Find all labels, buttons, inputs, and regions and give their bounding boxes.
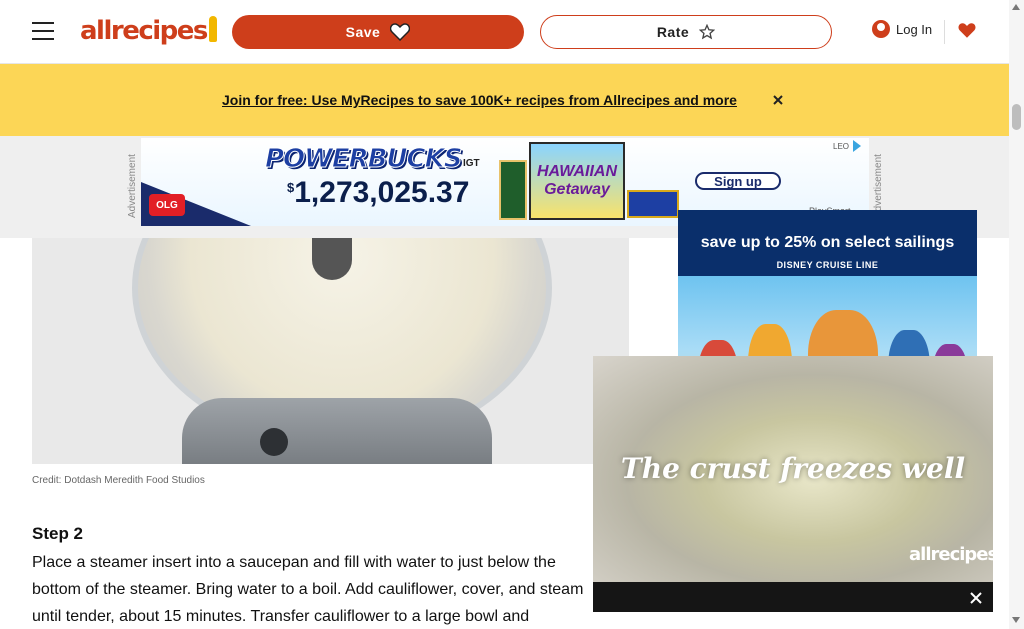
save-button-label: Save [345, 24, 381, 40]
mini-ticket [627, 190, 679, 218]
step-text: Place a steamer insert into a saucepan a… [32, 554, 584, 625]
processor-dial [260, 428, 288, 456]
video-caption: The crust freezes well [620, 452, 966, 485]
allrecipes-logo[interactable]: allrecipes [80, 13, 217, 49]
site-header: allrecipes Save Rate Log In [0, 0, 1009, 64]
scroll-down-icon[interactable] [1012, 617, 1020, 623]
logo-text: allrecipes [80, 16, 208, 46]
logo-mark-icon [208, 16, 217, 42]
ad-label-left: Advertisement [127, 154, 138, 218]
close-icon[interactable] [772, 92, 784, 108]
ad-label-right: Advertisement [873, 154, 884, 218]
step-title: Step 2 [32, 524, 84, 543]
jackpot-amount: $1,273,025.37 [287, 176, 469, 210]
jackpot-value: 1,273,025.37 [294, 176, 470, 209]
igt-logo: IGT [463, 158, 480, 169]
video-player[interactable]: The crust freezes well allrecipes [593, 356, 993, 612]
rate-button[interactable]: Rate [540, 15, 832, 49]
recipe-step-image [32, 238, 629, 464]
save-button[interactable]: Save [232, 15, 524, 49]
currency-symbol: $ [287, 180, 295, 195]
adchoices-icon[interactable] [853, 140, 865, 152]
star-icon [699, 24, 716, 40]
rate-button-label: Rate [656, 24, 690, 40]
scrollbar[interactable] [1009, 0, 1024, 629]
powerbucks-title: POWERBUCKS [265, 144, 464, 175]
menu-icon[interactable] [32, 22, 54, 40]
join-banner-link[interactable]: Join for free: Use MyRecipes to save 100… [222, 92, 737, 108]
login-label: Log In [896, 21, 933, 37]
olg-logo: OLG [149, 194, 185, 216]
signup-button[interactable]: Sign up [695, 172, 781, 190]
cruise-headline: save up to 25% on select sailings [700, 234, 955, 251]
leo-label: LEO [833, 142, 850, 151]
heart-icon [390, 23, 411, 41]
saved-recipes-heart-icon[interactable] [958, 22, 976, 39]
scratch-ticket [499, 160, 527, 220]
login-link[interactable]: Log In [872, 20, 932, 38]
scroll-thumb[interactable] [1012, 104, 1021, 130]
video-logo: allrecipes [909, 544, 993, 565]
image-credit: Credit: Dotdash Meredith Food Studios [32, 475, 205, 486]
processor-base [182, 398, 492, 464]
video-controls-bar[interactable] [593, 582, 993, 612]
page: allrecipes Save Rate Log In Join for fre… [0, 0, 1024, 629]
video-close-icon[interactable] [966, 584, 986, 608]
scroll-up-icon[interactable] [1012, 4, 1020, 10]
hawaiian-getaway-panel: HAWAIIAN Getaway [529, 142, 625, 220]
user-icon [872, 20, 890, 38]
processor-stem [312, 238, 352, 280]
header-divider [944, 20, 945, 44]
cruise-brand: DISNEY CRUISE LINE [776, 260, 879, 270]
